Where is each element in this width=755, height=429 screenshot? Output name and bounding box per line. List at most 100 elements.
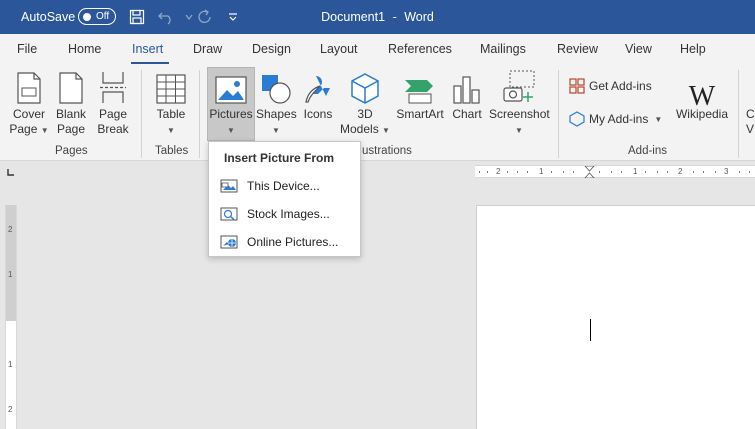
- ruler-margin: [6, 205, 16, 321]
- wikipedia-label: Wikipedia: [675, 107, 729, 121]
- cover-page-icon: [8, 68, 50, 104]
- blank-page-label-2: Page: [56, 122, 86, 136]
- page-break-button[interactable]: Page Break: [95, 68, 131, 137]
- shapes-button[interactable]: Shapes ▼: [256, 68, 297, 138]
- online-pictures-icon: [219, 234, 239, 250]
- blank-page-button[interactable]: Blank Page: [53, 68, 89, 137]
- screenshot-label: Screenshot: [489, 107, 550, 121]
- title-bar: AutoSave Off Document1 - Word: [0, 0, 755, 34]
- ruler-number: 1: [539, 167, 544, 176]
- ribbon: Cover Page ▼ Blank Page Page Break Pages…: [0, 64, 755, 161]
- page-break-label-1: Page: [98, 107, 128, 121]
- my-addins-label: My Add-ins: [589, 112, 649, 126]
- ruler-number: 2: [8, 225, 13, 234]
- chevron-down-icon: ▼: [515, 126, 523, 135]
- chevron-down-icon: ▼: [382, 126, 390, 135]
- blank-page-label-1: Blank: [55, 107, 87, 121]
- chart-icon: [449, 68, 485, 104]
- pictures-button[interactable]: Pictures ▼: [208, 68, 254, 138]
- vertical-ruler[interactable]: 2 1 1 2: [5, 205, 17, 429]
- icons-button[interactable]: Icons: [300, 68, 336, 122]
- stock-images-label: Stock Images...: [247, 207, 330, 221]
- dropdown-title: Insert Picture From: [224, 151, 335, 165]
- tab-file[interactable]: File: [17, 42, 37, 56]
- document-page[interactable]: [476, 205, 755, 429]
- get-addins-label: Get Add-ins: [589, 79, 652, 93]
- stock-images-item[interactable]: Stock Images...: [219, 202, 354, 226]
- group-label-tables: Tables: [155, 145, 189, 157]
- get-addins-button[interactable]: Get Add-ins: [569, 78, 652, 94]
- smartart-button[interactable]: SmartArt: [394, 68, 446, 122]
- wikipedia-button[interactable]: W Wikipedia: [674, 68, 730, 122]
- app-name: Word: [404, 10, 434, 24]
- group-separator: [738, 70, 739, 158]
- pictures-label: Pictures: [209, 107, 253, 121]
- tab-help[interactable]: Help: [680, 42, 706, 56]
- chevron-down-icon: ▼: [272, 126, 280, 135]
- chart-label: Chart: [452, 107, 482, 121]
- title-separator: -: [392, 10, 397, 24]
- tab-review[interactable]: Review: [557, 42, 598, 56]
- ruler-number: 3: [724, 167, 729, 176]
- 3d-models-button[interactable]: 3D Models ▼: [339, 68, 391, 138]
- 3d-models-label-1: 3D: [357, 107, 373, 121]
- smartart-icon: [394, 68, 446, 104]
- tab-layout[interactable]: Layout: [320, 42, 358, 56]
- my-addins-button[interactable]: My Add-ins ▼: [569, 111, 662, 127]
- tab-design[interactable]: Design: [252, 42, 291, 56]
- chevron-down-icon: ▼: [40, 126, 49, 135]
- pictures-icon: [208, 68, 254, 104]
- cut-off-label-2: V: [746, 122, 755, 136]
- icons-icon: [300, 68, 336, 104]
- shapes-label: Shapes: [256, 107, 297, 121]
- addin-icon: [569, 111, 585, 127]
- chart-button[interactable]: Chart: [449, 68, 485, 122]
- tab-mailings[interactable]: Mailings: [480, 42, 526, 56]
- horizontal-ruler[interactable]: 2 1 1 2 3: [475, 165, 755, 178]
- document-title: Document1 - Word: [0, 10, 755, 24]
- icons-label: Icons: [303, 107, 333, 121]
- group-separator: [558, 70, 559, 158]
- tab-references[interactable]: References: [388, 42, 452, 56]
- tab-draw[interactable]: Draw: [193, 42, 222, 56]
- wikipedia-icon: W: [688, 81, 716, 112]
- chevron-down-icon: ▼: [227, 126, 235, 135]
- ruler-number: 2: [496, 167, 501, 176]
- page-break-label-2: Break: [97, 122, 129, 136]
- online-pictures-label: Online Pictures...: [247, 235, 339, 249]
- tab-selector[interactable]: [5, 166, 17, 178]
- chevron-down-icon: ▼: [654, 114, 663, 124]
- group-label-pages: Pages: [55, 145, 88, 157]
- table-icon: [152, 68, 190, 104]
- tab-insert[interactable]: Insert: [132, 42, 163, 56]
- ruler-number: 1: [8, 270, 13, 279]
- shapes-icon: [256, 68, 296, 104]
- smartart-label: SmartArt: [396, 107, 444, 121]
- doc-name: Document1: [321, 10, 386, 24]
- this-device-item[interactable]: This Device...: [219, 174, 354, 198]
- screenshot-icon: [489, 68, 549, 104]
- ruler-number: 1: [633, 167, 638, 176]
- cut-off-button[interactable]: C V: [746, 107, 755, 137]
- ruler-number: 1: [8, 360, 13, 369]
- chevron-down-icon: ▼: [167, 126, 175, 135]
- table-label: Table: [156, 107, 186, 121]
- cover-page-button[interactable]: Cover Page ▼: [8, 68, 50, 138]
- blank-page-icon: [53, 68, 89, 104]
- group-separator: [141, 70, 142, 158]
- online-pictures-item[interactable]: Online Pictures...: [219, 230, 354, 254]
- group-label-illustrations: ustrations: [362, 145, 412, 157]
- stock-images-icon: [219, 206, 239, 222]
- tab-view[interactable]: View: [625, 42, 652, 56]
- cut-off-label-1: C: [746, 107, 755, 121]
- device-picture-icon: [219, 178, 239, 194]
- screenshot-button[interactable]: Screenshot ▼: [489, 68, 550, 138]
- table-button[interactable]: Table ▼: [152, 68, 190, 138]
- tab-home[interactable]: Home: [68, 42, 101, 56]
- cover-page-label-2: Page: [9, 122, 38, 136]
- text-cursor: [590, 319, 591, 341]
- cover-page-label-1: Cover: [12, 107, 45, 121]
- this-device-label: This Device...: [247, 179, 320, 193]
- store-icon: [569, 78, 585, 94]
- page-break-icon: [95, 68, 131, 104]
